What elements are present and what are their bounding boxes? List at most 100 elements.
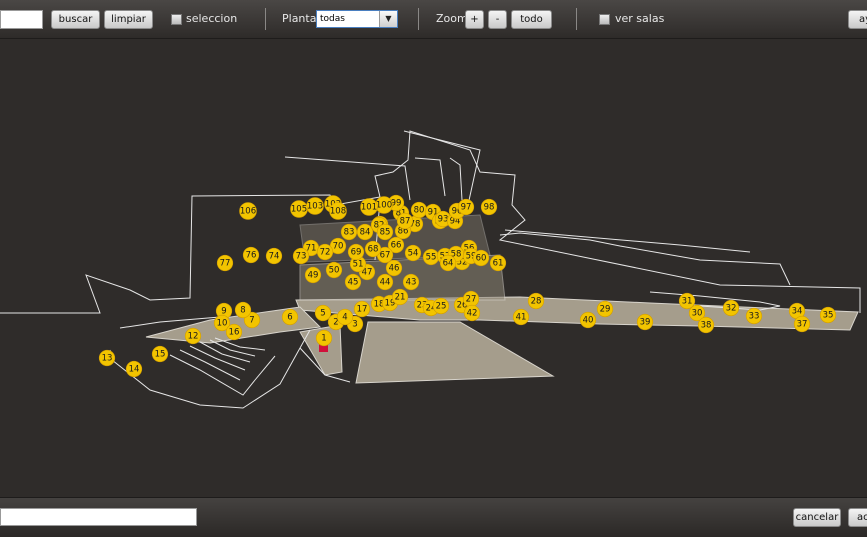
room-marker-label: 17 (357, 305, 368, 315)
room-marker[interactable]: 72 (316, 243, 334, 261)
room-marker[interactable]: 31 (678, 292, 696, 310)
room-marker[interactable]: 74 (265, 247, 283, 265)
room-marker-label: 39 (640, 318, 651, 328)
room-marker[interactable]: 15 (151, 345, 169, 363)
room-marker[interactable]: 33 (745, 307, 763, 325)
room-marker[interactable]: 76 (242, 246, 260, 264)
top-toolbar: buscar limpiar seleccion Planta todas ▼ … (0, 0, 867, 39)
room-marker[interactable]: 69 (347, 243, 365, 261)
room-marker[interactable]: 108 (329, 202, 347, 220)
room-marker-label: 28 (531, 297, 542, 307)
show-rooms-checkbox[interactable] (599, 14, 610, 25)
room-marker[interactable]: 46 (385, 259, 403, 277)
room-marker[interactable]: 54 (404, 244, 422, 262)
room-marker[interactable]: 38 (697, 316, 715, 334)
room-marker-label: 15 (155, 350, 166, 360)
room-marker[interactable]: 5 (314, 304, 332, 322)
room-marker-label: 69 (351, 248, 362, 258)
room-marker-label: 77 (220, 259, 231, 269)
room-marker-label: 35 (823, 311, 834, 321)
room-marker[interactable]: 98 (480, 198, 498, 216)
room-marker-label: 67 (380, 251, 391, 261)
room-marker[interactable]: 14 (125, 360, 143, 378)
room-marker[interactable]: 21 (391, 288, 409, 306)
bottom-bar: cancelar ac (0, 497, 867, 537)
museum-map[interactable]: 12 345678910121314151617 18 19212324 25 2627 2… (0, 39, 867, 497)
chevron-down-icon[interactable]: ▼ (379, 11, 397, 27)
room-marker-label: 54 (408, 249, 419, 259)
room-marker-label: 1 (321, 334, 326, 344)
show-rooms-label: ver salas (615, 12, 665, 25)
room-marker[interactable]: 44 (376, 273, 394, 291)
room-marker[interactable]: 6 (281, 308, 299, 326)
search-button[interactable]: buscar (51, 10, 100, 29)
room-marker[interactable]: 60 (472, 249, 490, 267)
room-marker[interactable]: 28 (527, 292, 545, 310)
room-marker-label: 84 (360, 228, 371, 238)
room-marker[interactable]: 42 (463, 304, 481, 322)
help-button[interactable]: ay (848, 10, 867, 29)
room-marker[interactable]: 101 (360, 198, 378, 216)
room-marker[interactable]: 100 (375, 196, 393, 214)
room-marker[interactable]: 25 (432, 297, 450, 315)
room-marker[interactable]: 55 (422, 248, 440, 266)
room-marker[interactable]: 12 (184, 327, 202, 345)
room-marker-label: 83 (344, 228, 355, 238)
room-marker[interactable]: 84 (356, 223, 374, 241)
room-marker[interactable]: 105 (290, 200, 308, 218)
room-marker-label: 97 (461, 203, 472, 213)
room-marker[interactable]: 16 (225, 323, 243, 341)
comment-input[interactable] (0, 508, 197, 526)
room-marker[interactable]: 40 (579, 311, 597, 329)
zoom-in-button[interactable]: + (465, 10, 484, 29)
room-marker-label: 32 (726, 304, 737, 314)
room-marker-label: 34 (792, 307, 803, 317)
zoom-out-button[interactable]: - (488, 10, 507, 29)
room-marker[interactable]: 45 (344, 273, 362, 291)
accept-button[interactable]: ac (848, 508, 867, 527)
room-marker[interactable]: 13 (98, 349, 116, 367)
room-marker[interactable]: 17 (353, 300, 371, 318)
room-marker[interactable]: 61 (489, 254, 507, 272)
room-marker[interactable]: 64 (439, 254, 457, 272)
selection-checkbox[interactable] (171, 14, 182, 25)
zoom-all-button[interactable]: todo (511, 10, 552, 29)
zoom-label: Zoom (436, 12, 468, 25)
room-marker-label: 41 (516, 313, 527, 323)
floor-select[interactable]: todas ▼ (316, 10, 398, 28)
room-marker[interactable]: 4 (336, 308, 354, 326)
room-marker[interactable]: 68 (364, 240, 382, 258)
room-marker-label: 6 (287, 313, 292, 323)
room-marker[interactable]: 8 (234, 301, 252, 319)
room-marker-label: 33 (749, 312, 760, 322)
room-marker[interactable]: 27 (462, 290, 480, 308)
room-marker[interactable]: 106 (239, 202, 257, 220)
room-marker[interactable]: 41 (512, 308, 530, 326)
room-marker[interactable]: 35 (819, 306, 837, 324)
room-marker-label: 38 (701, 321, 712, 331)
room-marker[interactable]: 83 (340, 223, 358, 241)
room-marker[interactable]: 87 (396, 212, 414, 230)
search-input[interactable] (0, 10, 43, 29)
cancel-button[interactable]: cancelar (793, 508, 841, 527)
room-marker-label: 50 (329, 266, 340, 276)
room-marker[interactable]: 49 (304, 266, 322, 284)
room-marker[interactable]: 1 (315, 329, 333, 347)
room-marker[interactable]: 80 (410, 201, 428, 219)
clear-button[interactable]: limpiar (104, 10, 153, 29)
room-marker[interactable]: 97 (457, 198, 475, 216)
room-marker[interactable]: 32 (722, 299, 740, 317)
room-marker[interactable]: 73 (292, 247, 310, 265)
room-marker[interactable]: 85 (376, 223, 394, 241)
room-marker-label: 108 (330, 207, 346, 217)
room-marker[interactable]: 103 (306, 197, 324, 215)
room-marker[interactable]: 77 (216, 254, 234, 272)
room-marker[interactable]: 43 (402, 273, 420, 291)
room-marker[interactable]: 39 (636, 313, 654, 331)
room-marker[interactable]: 37 (793, 315, 811, 333)
toolbar-divider (418, 8, 419, 30)
room-marker[interactable]: 50 (325, 261, 343, 279)
room-marker-label: 93 (438, 215, 449, 225)
room-marker[interactable]: 29 (596, 300, 614, 318)
room-marker-label: 8 (240, 306, 245, 316)
